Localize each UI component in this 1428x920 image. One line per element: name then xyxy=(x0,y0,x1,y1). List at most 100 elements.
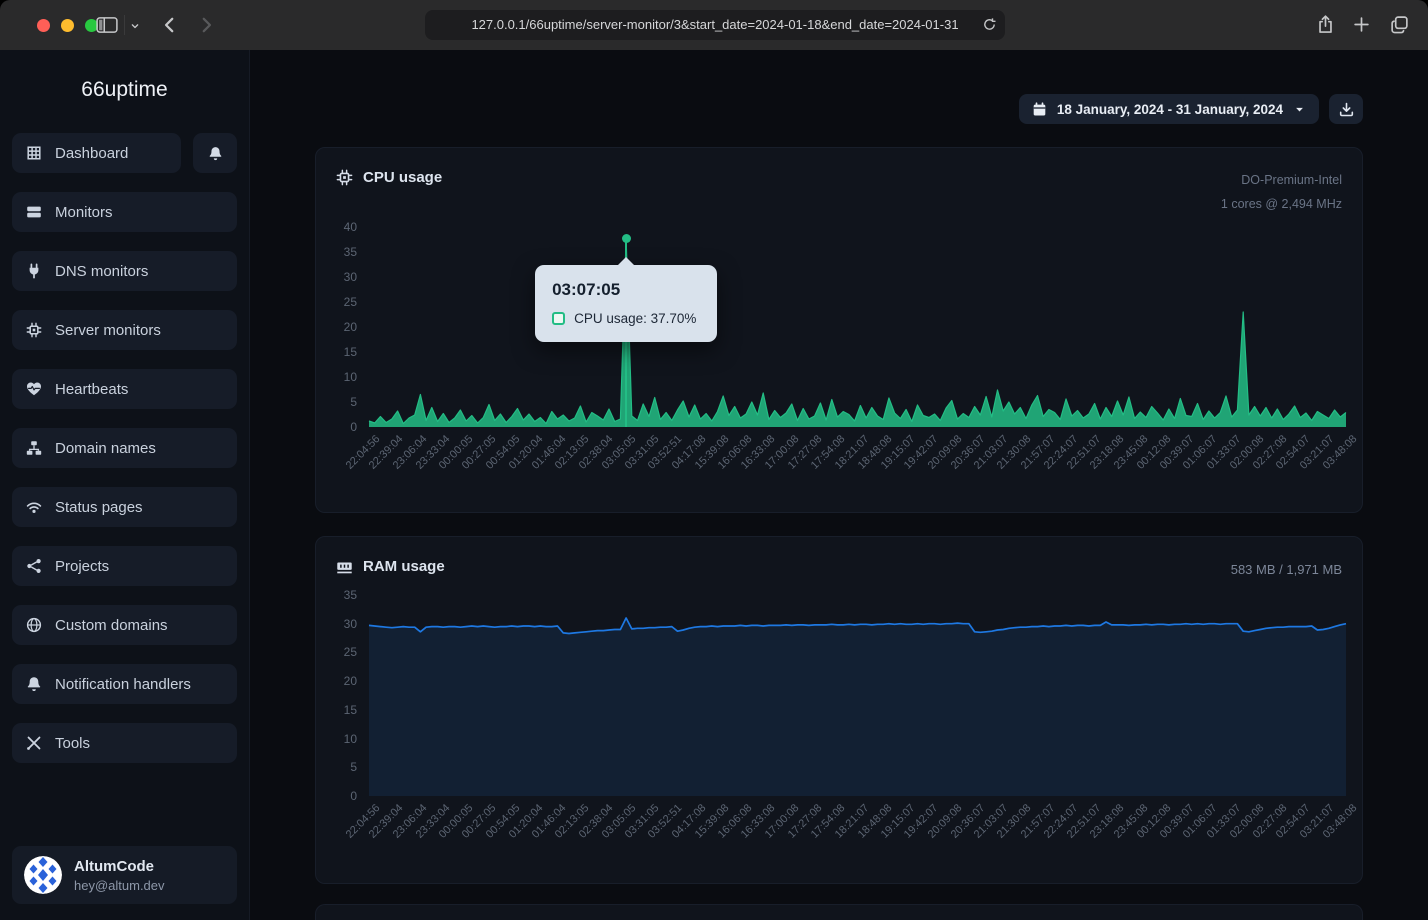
sidebar-item-label: Monitors xyxy=(55,204,113,221)
y-tick-label: 20 xyxy=(344,674,357,688)
sidebar-item-custom-domains[interactable]: Custom domains xyxy=(12,605,237,645)
server-cores-label: 1 cores @ 2,494 MHz xyxy=(1221,193,1342,217)
plug-icon xyxy=(26,263,42,279)
sidebar-item-server-monitors[interactable]: Server monitors xyxy=(12,310,237,350)
ram-chart-title: RAM usage xyxy=(363,558,445,575)
user-name: AltumCode xyxy=(74,857,165,877)
nodes-icon xyxy=(26,558,42,574)
grid-icon xyxy=(26,145,42,161)
cpu-line-chart xyxy=(369,227,1346,427)
y-tick-label: 20 xyxy=(344,320,357,334)
ram-line-chart xyxy=(369,595,1346,796)
y-tick-label: 35 xyxy=(344,245,357,259)
ram-card-header: RAM usage 583 MB / 1,971 MB xyxy=(316,537,1362,583)
sidebar-item-dashboard[interactable]: Dashboard xyxy=(12,133,181,173)
tab-overview-icon[interactable] xyxy=(1390,15,1409,34)
sidebar-item-status-pages[interactable]: Status pages xyxy=(12,487,237,527)
date-range-picker[interactable]: 18 January, 2024 - 31 January, 2024 xyxy=(1019,94,1319,124)
toolbar: 18 January, 2024 - 31 January, 2024 xyxy=(315,94,1363,124)
tools-icon xyxy=(26,735,42,751)
y-tick-label: 15 xyxy=(344,703,357,717)
y-tick-label: 30 xyxy=(344,270,357,284)
server-plan-label: DO-Premium-Intel xyxy=(1221,169,1342,193)
sidebar-item-monitors[interactable]: Monitors xyxy=(12,192,237,232)
sitemap-icon xyxy=(26,440,42,456)
sidebar-row-dashboard: Dashboard xyxy=(12,133,237,173)
sidebar-item-domain-names[interactable]: Domain names xyxy=(12,428,237,468)
y-tick-label: 0 xyxy=(350,789,357,803)
ram-plot-area[interactable]: 35302520151050 22:04:5622:39:0423:06:042… xyxy=(369,595,1346,796)
next-card-partial xyxy=(315,904,1363,920)
address-bar[interactable]: 127.0.0.1/66uptime/server-monitor/3&star… xyxy=(425,10,1005,40)
browser-chrome: 127.0.0.1/66uptime/server-monitor/3&star… xyxy=(0,0,1428,50)
sidebar-item-label: Status pages xyxy=(55,499,143,516)
export-button[interactable] xyxy=(1329,94,1363,124)
notifications-button[interactable] xyxy=(193,133,237,173)
sidebar-item-projects[interactable]: Projects xyxy=(12,546,237,586)
y-tick-label: 40 xyxy=(344,220,357,234)
cpu-plot-area[interactable]: 4035302520151050 03:07:05 CPU usage: 37.… xyxy=(369,227,1346,427)
browser-window: 127.0.0.1/66uptime/server-monitor/3&star… xyxy=(0,0,1428,920)
heart-pulse-icon xyxy=(26,381,42,397)
y-tick-label: 25 xyxy=(344,645,357,659)
sidebar-nav: Dashboard Monitors DNS monitors Server moni… xyxy=(12,133,237,763)
ram-usage-card: RAM usage 583 MB / 1,971 MB 353025201510… xyxy=(315,536,1363,884)
forward-button[interactable] xyxy=(197,16,215,34)
close-window-button[interactable] xyxy=(37,19,50,32)
new-tab-icon[interactable] xyxy=(1353,16,1370,33)
chrome-divider xyxy=(124,15,125,35)
cpu-chip-icon xyxy=(336,169,353,186)
sidebar: 66uptime DashboardMonitorsDNS monitorsSe… xyxy=(0,50,250,920)
y-tick-label: 15 xyxy=(344,345,357,359)
y-tick-label: 0 xyxy=(350,420,357,434)
date-range-label: 18 January, 2024 - 31 January, 2024 xyxy=(1057,102,1283,117)
sidebar-item-heartbeats[interactable]: Heartbeats xyxy=(12,369,237,409)
y-tick-label: 10 xyxy=(344,370,357,384)
cpu-y-axis: 4035302520151050 xyxy=(321,227,357,427)
sidebar-item-dns-monitors[interactable]: DNS monitors xyxy=(12,251,237,291)
sidebar-item-tools[interactable]: Tools xyxy=(12,723,237,763)
url-text: 127.0.0.1/66uptime/server-monitor/3&star… xyxy=(425,10,1005,40)
sidebar-item-notification-handlers[interactable]: Notification handlers xyxy=(12,664,237,704)
y-tick-label: 30 xyxy=(344,617,357,631)
sidebar-item-label: Tools xyxy=(55,735,90,752)
sidebar-item-label: DNS monitors xyxy=(55,263,148,280)
ram-y-axis: 35302520151050 xyxy=(321,595,357,796)
sidebar-toggle-icon[interactable] xyxy=(96,16,118,34)
cpu-x-axis: 22:04:5622:39:0423:06:0423:33:0400:00:05… xyxy=(369,433,1346,518)
user-card[interactable]: AltumCode hey@altum.dev xyxy=(12,846,237,904)
server-icon xyxy=(26,204,42,220)
y-tick-label: 10 xyxy=(344,732,357,746)
chip-icon xyxy=(26,322,42,338)
minimize-window-button[interactable] xyxy=(61,19,74,32)
reload-icon[interactable] xyxy=(982,17,997,37)
wifi-icon xyxy=(26,499,42,515)
chevron-down-icon[interactable] xyxy=(129,20,141,32)
user-email: hey@altum.dev xyxy=(74,878,165,893)
bell-icon xyxy=(26,676,42,692)
tooltip-time: 03:07:05 xyxy=(552,280,700,300)
cpu-card-header: CPU usage DO-Premium-Intel 1 cores @ 2,4… xyxy=(316,148,1362,217)
y-tick-label: 25 xyxy=(344,295,357,309)
share-icon[interactable] xyxy=(1316,15,1335,34)
globe-icon xyxy=(26,617,42,633)
sidebar-item-label: Dashboard xyxy=(55,145,128,162)
sidebar-item-label: Domain names xyxy=(55,440,156,457)
legend-marker-icon xyxy=(552,312,565,325)
sidebar-item-label: Projects xyxy=(55,558,109,575)
memory-icon xyxy=(336,558,353,575)
app-body: 66uptime DashboardMonitorsDNS monitorsSe… xyxy=(0,50,1428,920)
sidebar-item-label: Server monitors xyxy=(55,322,161,339)
tooltip-value: CPU usage: 37.70% xyxy=(574,311,696,326)
calendar-icon xyxy=(1032,102,1047,117)
sidebar-item-label: Custom domains xyxy=(55,617,168,634)
bell-icon xyxy=(208,146,223,161)
back-button[interactable] xyxy=(161,16,179,34)
cpu-usage-card: CPU usage DO-Premium-Intel 1 cores @ 2,4… xyxy=(315,147,1363,513)
y-tick-label: 5 xyxy=(350,395,357,409)
sidebar-item-label: Notification handlers xyxy=(55,676,191,693)
y-tick-label: 5 xyxy=(350,760,357,774)
caret-down-icon xyxy=(1293,103,1306,116)
hover-point-marker xyxy=(622,234,631,243)
ram-usage-summary: 583 MB / 1,971 MB xyxy=(1231,558,1342,583)
